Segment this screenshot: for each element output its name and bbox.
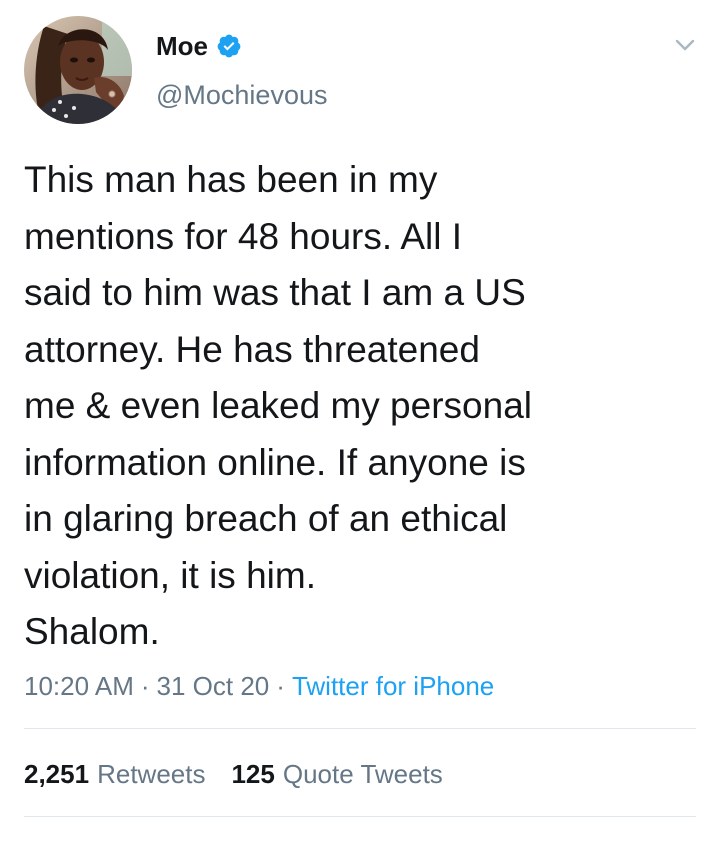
tweet-text-line: This man has been in my [24, 159, 438, 200]
chevron-down-icon[interactable] [670, 30, 700, 60]
tweet-text-line: in glaring breach of an ethical [24, 498, 508, 539]
author-name-row: Moe [156, 28, 242, 64]
meta-separator: · [276, 670, 285, 701]
divider [24, 728, 696, 729]
tweet-time[interactable]: 10:20 AM [24, 671, 134, 702]
display-name[interactable]: Moe [156, 31, 208, 62]
tweet-text-line: mentions for 48 hours. All I [24, 215, 463, 257]
profile-photo-icon [24, 16, 132, 124]
tweet-source-link[interactable]: Twitter for iPhone [292, 671, 494, 702]
avatar[interactable] [24, 16, 132, 124]
divider [24, 816, 696, 817]
quote-tweets-count: 125 [231, 758, 275, 789]
tweet-text: This man has been in my mentions for 48 … [24, 152, 694, 661]
verified-badge-icon [216, 33, 242, 59]
quote-tweets-label: Quote Tweets [282, 758, 443, 789]
tweet-text-line: information online. If anyone is [24, 441, 526, 483]
tweet-text-line: violation, it is him. [24, 554, 316, 596]
tweet-text-line: said to him was that I am a US [24, 272, 526, 313]
tweet-meta: 10:20 AM · 31 Oct 20 · Twitter for iPhon… [24, 666, 494, 706]
tweet-text-line: Shalom. [24, 611, 160, 652]
tweet-detail: Moe @Mochievous This man has been in my … [0, 0, 720, 843]
author-handle[interactable]: @Mochievous [156, 80, 327, 111]
tweet-text-line: me & even leaked my personal [24, 385, 532, 426]
tweet-date[interactable]: 31 Oct 20 [157, 671, 270, 702]
quote-tweets-stat[interactable]: 125 Quote Tweets [231, 759, 442, 790]
retweets-count: 2,251 [24, 758, 90, 789]
tweet-stats: 2,251 Retweets 125 Quote Tweets [24, 754, 443, 794]
meta-separator: · [140, 670, 150, 701]
retweets-stat[interactable]: 2,251 Retweets [24, 759, 205, 790]
retweets-label: Retweets [97, 758, 206, 789]
tweet-text-line: attorney. He has threatened [24, 328, 480, 370]
